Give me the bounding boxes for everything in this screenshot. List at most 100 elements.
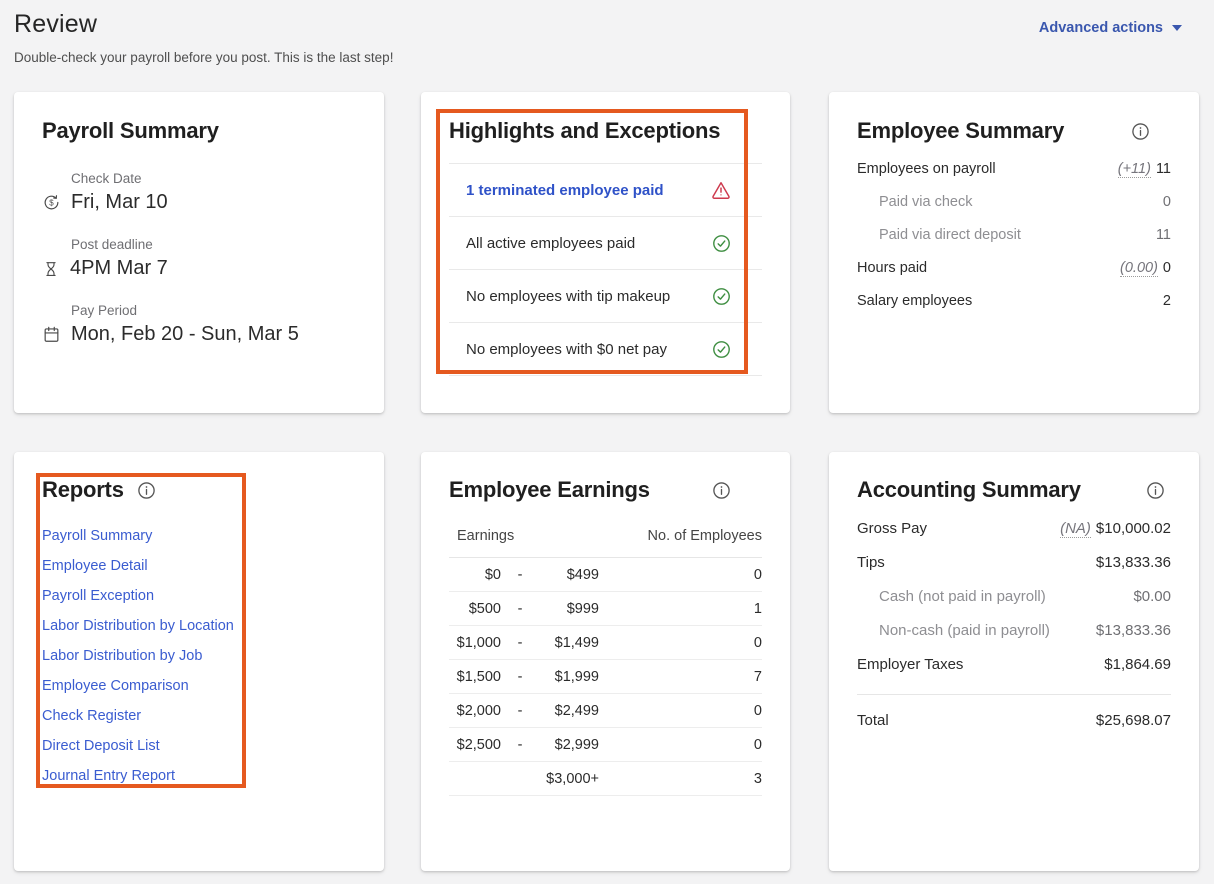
employee-summary-title: Employee Summary: [857, 118, 1064, 144]
table-row: $2,000 - $2,499 0: [449, 694, 762, 728]
table-row: $3,000+ 3: [449, 762, 762, 796]
total-divider: [857, 694, 1171, 695]
kv-label: Non-cash (paid in payroll): [879, 622, 1050, 639]
table-row: $500 - $999 1: [449, 592, 762, 626]
kv-label: Gross Pay: [857, 520, 927, 537]
kv-value: 11: [1156, 161, 1171, 177]
range-low: $0: [449, 567, 501, 583]
total-value: $25,698.07: [1096, 712, 1171, 729]
cash-tips-row: Cash (not paid in payroll) $0.00: [857, 588, 1171, 605]
kv-label: Employer Taxes: [857, 656, 963, 673]
advanced-actions-button[interactable]: Advanced actions: [1039, 20, 1182, 36]
employee-summary-card: Employee Summary Employees on payroll (+…: [829, 92, 1199, 413]
pay-period-group: Pay Period Mon, Feb 20 - Sun, Mar 5: [42, 303, 356, 346]
info-icon[interactable]: [1146, 481, 1165, 500]
range-low: $2,000: [449, 703, 501, 719]
range-high: $2,999: [539, 737, 599, 753]
table-row: $0 - $499 0: [449, 558, 762, 592]
kv-value: $0.00: [1133, 588, 1171, 605]
kv-label: Paid via check: [879, 194, 973, 210]
kv-value: 0: [1163, 194, 1171, 210]
noncash-tips-row: Non-cash (paid in payroll) $13,833.36: [857, 622, 1171, 639]
employee-count: 1: [599, 601, 762, 617]
post-deadline-group: Post deadline 4PM Mar 7: [42, 237, 356, 280]
employee-earnings-card: Employee Earnings Earnings No. of Employ…: [421, 452, 790, 871]
employee-count: 0: [599, 703, 762, 719]
check-date-label: Check Date: [71, 171, 356, 186]
employee-count: 0: [599, 567, 762, 583]
na-annotation[interactable]: (NA): [1060, 520, 1091, 538]
delta-annotation[interactable]: (0.00): [1120, 260, 1158, 277]
range-dash: -: [501, 669, 539, 685]
kv-value: 2: [1163, 293, 1171, 309]
range-high: $1,999: [539, 669, 599, 685]
paid-via-direct-deposit-row: Paid via direct deposit 11: [857, 227, 1171, 243]
range-high: $1,499: [539, 635, 599, 651]
kv-label: Employees on payroll: [857, 161, 996, 177]
kv-label: Salary employees: [857, 293, 972, 309]
employees-column-header: No. of Employees: [648, 528, 762, 544]
total-row: Total $25,698.07: [857, 712, 1171, 729]
accounting-summary-card: Accounting Summary Gross Pay (NA) $10,000…: [829, 452, 1199, 871]
range-dash: -: [501, 635, 539, 651]
table-row: $1,000 - $1,499 0: [449, 626, 762, 660]
salary-employees-row: Salary employees 2: [857, 293, 1171, 309]
kv-label: Cash (not paid in payroll): [879, 588, 1046, 605]
kv-label: Hours paid: [857, 260, 927, 276]
employees-on-payroll-row: Employees on payroll (+11) 11: [857, 161, 1171, 177]
info-icon[interactable]: [712, 481, 731, 500]
delta-annotation[interactable]: (+11): [1118, 161, 1151, 178]
hourglass-icon: [42, 259, 60, 279]
kv-value: 11: [1156, 227, 1171, 243]
employee-earnings-title: Employee Earnings: [449, 477, 650, 503]
range-dash: -: [501, 567, 539, 583]
dollar-cycle-icon: $: [42, 193, 61, 212]
range-high: $3,000+: [539, 771, 599, 787]
check-date-value: Fri, Mar 10: [71, 191, 168, 214]
kv-label: Tips: [857, 554, 885, 571]
range-low: $2,500: [449, 737, 501, 753]
kv-value: $1,864.69: [1104, 656, 1171, 673]
kv-value: $13,833.36: [1096, 554, 1171, 571]
kv-value: 0: [1163, 260, 1171, 276]
range-dash: -: [501, 703, 539, 719]
svg-text:$: $: [49, 199, 54, 208]
paid-via-check-row: Paid via check 0: [857, 194, 1171, 210]
check-date-group: Check Date $ Fri, Mar 10: [42, 171, 356, 214]
table-row: $1,500 - $1,999 7: [449, 660, 762, 694]
page-subtitle: Double-check your payroll before you pos…: [14, 50, 393, 65]
kv-value: $13,833.36: [1096, 622, 1171, 639]
range-high: $999: [539, 601, 599, 617]
range-high: $2,499: [539, 703, 599, 719]
post-deadline-label: Post deadline: [71, 237, 356, 252]
chevron-down-icon: [1172, 25, 1182, 31]
hours-paid-row: Hours paid (0.00) 0: [857, 260, 1171, 276]
employee-count: 3: [599, 771, 762, 787]
employee-count: 0: [599, 737, 762, 753]
range-high: $499: [539, 567, 599, 583]
table-row: $2,500 - $2,999 0: [449, 728, 762, 762]
payroll-review-page: Review Double-check your payroll before …: [0, 0, 1214, 884]
employee-count: 0: [599, 635, 762, 651]
tips-row: Tips $13,833.36: [857, 554, 1171, 571]
annotation-box-highlights: [436, 109, 748, 374]
advanced-actions-label: Advanced actions: [1039, 20, 1163, 36]
info-icon[interactable]: [1131, 122, 1150, 141]
annotation-box-reports: [36, 473, 246, 788]
total-label: Total: [857, 712, 889, 729]
range-low: $1,500: [449, 669, 501, 685]
page-title: Review: [14, 10, 97, 39]
range-low: $1,000: [449, 635, 501, 651]
post-deadline-value: 4PM Mar 7: [70, 257, 168, 280]
accounting-summary-title: Accounting Summary: [857, 477, 1081, 503]
range-dash: -: [501, 737, 539, 753]
employer-taxes-row: Employer Taxes $1,864.69: [857, 656, 1171, 673]
payroll-summary-card: Payroll Summary Check Date $ Fri, Mar 10…: [14, 92, 384, 413]
pay-period-label: Pay Period: [71, 303, 356, 318]
earnings-column-header: Earnings: [457, 528, 514, 544]
kv-label: Paid via direct deposit: [879, 227, 1021, 243]
pay-period-value: Mon, Feb 20 - Sun, Mar 5: [71, 323, 299, 346]
employee-count: 7: [599, 669, 762, 685]
kv-value: $10,000.02: [1096, 520, 1171, 537]
calendar-icon: [42, 325, 61, 344]
